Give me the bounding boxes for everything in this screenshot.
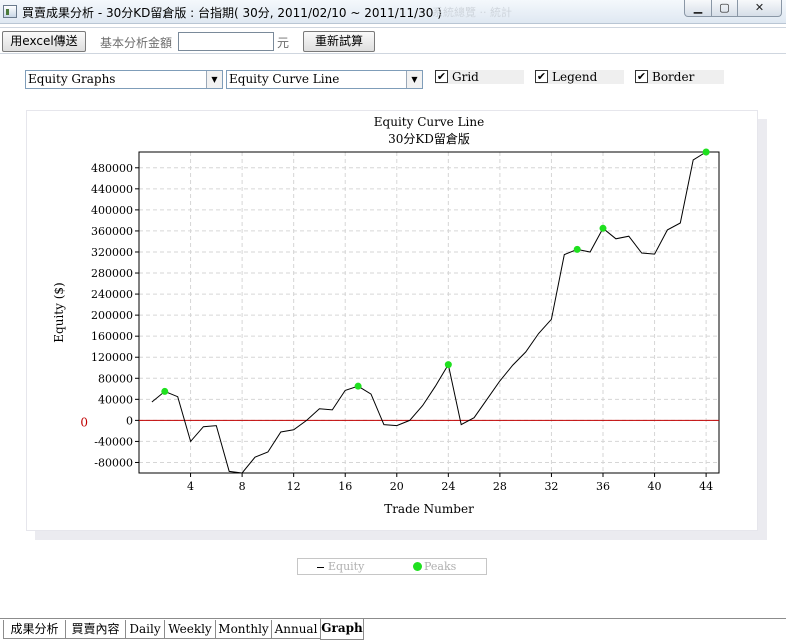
x-tick-label: 40 [648, 480, 662, 493]
check-icon[interactable]: ✔ [635, 70, 648, 83]
tab-weekly[interactable]: Weekly [164, 620, 216, 639]
minimize-icon: ▁ [693, 1, 703, 14]
x-tick-label: 12 [287, 480, 301, 493]
x-tick-label: 16 [338, 480, 352, 493]
window-title: 買賣成果分析 - 30分KD留倉版 : 台指期( 30分, 2011/02/10… [22, 6, 442, 20]
window-title-ghost-text: 系統總覽 ·· 統計 [432, 6, 512, 19]
close-icon: ✕ [754, 1, 765, 14]
toolbar: 用excel傳送 基本分析金額 元 重新試算 [0, 27, 786, 54]
graph-type-select[interactable]: Equity Graphs ▼ [25, 70, 223, 89]
amount-unit-label: 元 [277, 36, 290, 50]
tab-graph[interactable]: Graph [320, 619, 364, 640]
y-tick-label: 480000 [91, 162, 133, 175]
x-tick-label: 32 [544, 480, 558, 493]
send-to-excel-button[interactable]: 用excel傳送 [2, 31, 86, 52]
plot-area-border [138, 151, 720, 474]
y-tick-label: -80000 [94, 456, 133, 469]
title-bar: 買賣成果分析 - 30分KD留倉版 : 台指期( 30分, 2011/02/10… [0, 0, 786, 24]
legend-equity-swatch [317, 567, 324, 568]
y-tick-label: 120000 [91, 351, 133, 364]
y-axis-label: Equity ($) [52, 282, 66, 342]
legend-checkbox[interactable]: ✔ Legend [535, 70, 624, 84]
y-tick-label: 240000 [91, 288, 133, 301]
chevron-down-icon[interactable]: ▼ [406, 71, 422, 88]
chevron-down-icon[interactable]: ▼ [206, 71, 222, 88]
tab-strip: 成果分析 買賣內容 Daily Weekly Monthly Annual Gr… [0, 618, 786, 640]
grid-checkbox-label: Grid [452, 70, 479, 84]
tab-annual[interactable]: Annual [271, 620, 321, 639]
x-tick-label: 44 [699, 480, 713, 493]
legend-equity-label: Equity [328, 560, 365, 573]
grid-checkbox[interactable]: ✔ Grid [435, 70, 524, 84]
tab-trade-details[interactable]: 買賣內容 [65, 620, 126, 639]
y-tick-label: -40000 [94, 435, 133, 448]
peak-point [599, 224, 607, 232]
x-tick-label: 4 [187, 480, 194, 493]
close-button[interactable]: ✕ [737, 0, 782, 17]
peak-point [573, 245, 581, 253]
y-tick-label: 40000 [98, 393, 133, 406]
x-axis-label: Trade Number [384, 502, 474, 516]
base-amount-input[interactable] [178, 32, 274, 51]
maximize-icon: ▢ [719, 1, 730, 14]
y-tick-label: 280000 [91, 267, 133, 280]
y-tick-label: 440000 [91, 183, 133, 196]
peak-point [702, 148, 710, 156]
legend-peaks-label: Peaks [424, 560, 457, 573]
y-tick-label: 400000 [91, 204, 133, 217]
peak-point [444, 361, 452, 369]
y-tick-label: 160000 [91, 330, 133, 343]
border-checkbox[interactable]: ✔ Border [635, 70, 724, 84]
tab-performance-analysis[interactable]: 成果分析 [3, 620, 66, 639]
zero-line-label: 0 [80, 415, 88, 429]
base-amount-label: 基本分析金額 [100, 36, 173, 50]
y-tick-label: 80000 [98, 372, 133, 385]
equity-chart: Equity Curve Line30分KD留倉版0-80000-4000004… [52, 115, 720, 516]
check-icon[interactable]: ✔ [535, 70, 548, 83]
x-tick-label: 28 [493, 480, 507, 493]
graph-style-select[interactable]: Equity Curve Line ▼ [226, 70, 423, 89]
peak-point [161, 387, 169, 395]
peak-point [354, 382, 362, 390]
x-tick-label: 36 [596, 480, 610, 493]
y-tick-label: 0 [126, 414, 133, 427]
graph-style-value: Equity Curve Line [229, 72, 340, 86]
legend-checkbox-label: Legend [552, 70, 598, 84]
y-tick-label: 360000 [91, 225, 133, 238]
graph-panel: Equity Graphs ▼ Equity Curve Line ▼ ✔ Gr… [3, 55, 783, 616]
check-icon[interactable]: ✔ [435, 70, 448, 83]
recalculate-button[interactable]: 重新試算 [303, 31, 375, 52]
chart-subtitle: 30分KD留倉版 [388, 131, 470, 146]
tab-daily[interactable]: Daily [125, 620, 165, 639]
x-tick-label: 20 [390, 480, 404, 493]
minimize-button[interactable]: ▁ [684, 0, 712, 17]
chart-title: Equity Curve Line [374, 115, 484, 129]
y-tick-label: 200000 [91, 309, 133, 322]
graph-type-value: Equity Graphs [28, 72, 116, 86]
x-tick-label: 8 [239, 480, 246, 493]
maximize-button[interactable]: ▢ [711, 0, 738, 17]
equity-line [151, 151, 707, 474]
x-tick-label: 24 [441, 480, 455, 493]
legend-peaks-swatch [413, 562, 422, 571]
border-checkbox-label: Border [652, 70, 695, 84]
chart-legend: Equity Peaks [297, 558, 487, 575]
tab-monthly[interactable]: Monthly [215, 620, 272, 639]
y-tick-label: 320000 [91, 246, 133, 259]
app-icon [3, 5, 17, 18]
